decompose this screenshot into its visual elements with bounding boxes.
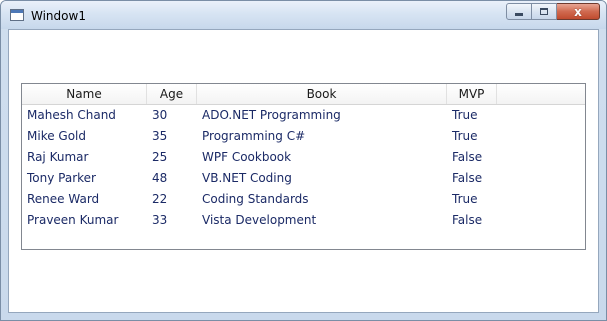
minimize-icon: [515, 12, 523, 16]
table-row[interactable]: Mike Gold 35 Programming C# True: [22, 126, 585, 147]
table-row[interactable]: Renee Ward 22 Coding Standards True: [22, 189, 585, 210]
cell-book: Coding Standards: [202, 192, 309, 206]
cell-book: VB.NET Coding: [202, 171, 292, 185]
cell-name: Mahesh Chand: [27, 108, 116, 122]
cell-name: Raj Kumar: [27, 150, 89, 164]
table-row[interactable]: Raj Kumar 25 WPF Cookbook False: [22, 147, 585, 168]
caption-buttons: x: [506, 3, 600, 21]
cell-age: 30: [152, 108, 168, 122]
close-icon: x: [574, 4, 582, 19]
column-header-name[interactable]: Name: [22, 84, 147, 104]
table-row[interactable]: Praveen Kumar 33 Vista Development False: [22, 210, 585, 231]
window: Window1 x Name Age Book MVP Mahesh Chand…: [0, 0, 607, 321]
title-bar[interactable]: Window1 x: [1, 1, 606, 29]
cell-age: 33: [152, 213, 168, 227]
column-header-age[interactable]: Age: [147, 84, 197, 104]
maximize-button[interactable]: [532, 3, 557, 20]
cell-name: Mike Gold: [27, 129, 86, 143]
minimize-button[interactable]: [506, 3, 532, 20]
grid-rows: Mahesh Chand 30 ADO.NET Programming True…: [22, 105, 585, 231]
cell-age: 25: [152, 150, 168, 164]
cell-book: WPF Cookbook: [202, 150, 292, 164]
cell-age: 35: [152, 129, 168, 143]
cell-name: Praveen Kumar: [27, 213, 119, 227]
window-app-icon[interactable]: [10, 9, 24, 21]
cell-book: Programming C#: [202, 129, 306, 143]
cell-book: ADO.NET Programming: [202, 108, 341, 122]
column-header-book[interactable]: Book: [197, 84, 447, 104]
grid-header: Name Age Book MVP: [22, 84, 585, 105]
cell-mvp: True: [452, 129, 478, 143]
column-header-filler: [497, 84, 585, 104]
table-row[interactable]: Tony Parker 48 VB.NET Coding False: [22, 168, 585, 189]
data-grid[interactable]: Name Age Book MVP Mahesh Chand 30 ADO.NE…: [21, 83, 586, 250]
cell-mvp: True: [452, 192, 478, 206]
cell-book: Vista Development: [202, 213, 317, 227]
maximize-icon: [540, 8, 548, 15]
window-client-area: Name Age Book MVP Mahesh Chand 30 ADO.NE…: [8, 29, 599, 313]
window-title: Window1: [31, 9, 86, 23]
close-button[interactable]: x: [557, 3, 600, 20]
cell-mvp: False: [452, 171, 483, 185]
cell-name: Renee Ward: [27, 192, 100, 206]
cell-mvp: False: [452, 150, 483, 164]
column-header-mvp[interactable]: MVP: [447, 84, 497, 104]
table-row[interactable]: Mahesh Chand 30 ADO.NET Programming True: [22, 105, 585, 126]
cell-age: 48: [152, 171, 168, 185]
cell-mvp: False: [452, 213, 483, 227]
cell-name: Tony Parker: [27, 171, 96, 185]
cell-mvp: True: [452, 108, 478, 122]
cell-age: 22: [152, 192, 168, 206]
